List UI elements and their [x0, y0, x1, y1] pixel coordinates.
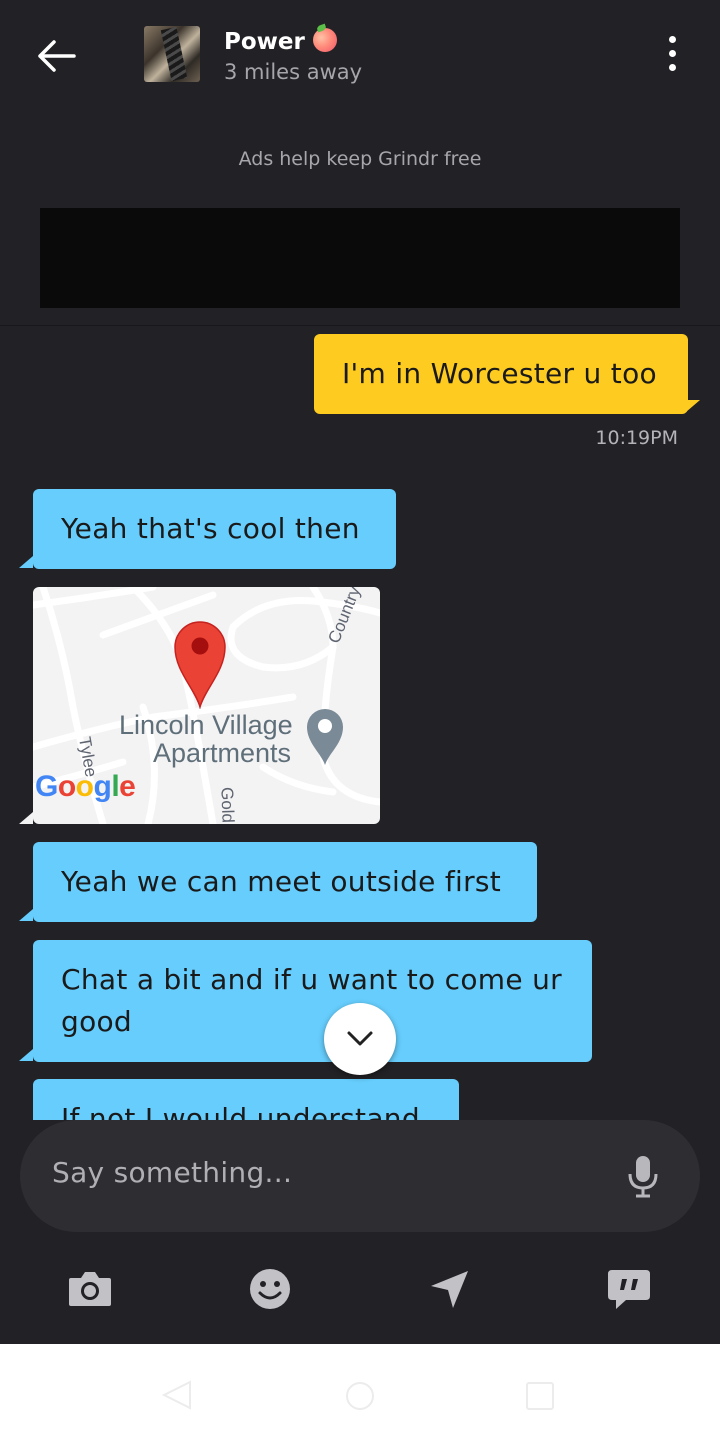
- system-navigation-bar: [0, 1344, 720, 1440]
- message-input-placeholder: Say something...: [52, 1156, 293, 1189]
- chevron-down-icon: [347, 1031, 373, 1046]
- google-logo: Google: [35, 770, 136, 803]
- quote-bubble-icon: [608, 1270, 650, 1309]
- map-street-label: Gold: [217, 786, 238, 824]
- nav-recents-button[interactable]: [524, 1380, 556, 1416]
- bubble-tail: [19, 1049, 33, 1061]
- microphone-icon: [628, 1156, 658, 1198]
- incoming-message[interactable]: Yeah that's cool then: [33, 489, 396, 569]
- place-marker-icon: [307, 709, 343, 765]
- voice-message-button[interactable]: [626, 1154, 660, 1198]
- nav-home-button[interactable]: [344, 1380, 376, 1416]
- chat-toolbar: [0, 1232, 720, 1344]
- ad-caption: Ads help keep Grindr free: [238, 148, 482, 170]
- kebab-dot: [668, 50, 676, 57]
- nav-back-button[interactable]: [160, 1380, 194, 1414]
- profile-avatar[interactable]: [144, 26, 200, 82]
- emoji-icon: [250, 1269, 290, 1309]
- message-timestamp: 10:19PM: [595, 427, 678, 449]
- ad-banner[interactable]: [40, 208, 680, 308]
- location-arrow-icon: [431, 1271, 468, 1308]
- nav-home-icon: [346, 1382, 374, 1410]
- arrow-left-icon: [38, 40, 76, 72]
- scroll-to-bottom-button[interactable]: [324, 1003, 396, 1075]
- bubble-tail: [686, 400, 700, 412]
- bubble-tail: [19, 556, 33, 568]
- message-input[interactable]: Say something...: [20, 1120, 700, 1232]
- location-map-message[interactable]: Lincoln Village Apartments Country Tylee…: [33, 587, 380, 824]
- kebab-dot: [668, 64, 676, 71]
- more-options-button[interactable]: [660, 36, 684, 80]
- bubble-tail: [19, 909, 33, 921]
- chat-header: Power 3 miles away: [0, 0, 720, 108]
- map-pin-icon: [174, 621, 226, 709]
- map-place-label: Apartments: [153, 738, 292, 768]
- saved-phrases-button[interactable]: [606, 1268, 652, 1310]
- profile-distance: 3 miles away: [224, 60, 363, 84]
- emoji-button[interactable]: [247, 1266, 293, 1309]
- outgoing-message[interactable]: I'm in Worcester u too: [314, 334, 688, 414]
- nav-back-icon: [161, 1380, 191, 1410]
- bubble-tail: [19, 812, 33, 824]
- profile-name[interactable]: Power: [224, 28, 337, 55]
- ad-container: Ads help keep Grindr free: [0, 108, 720, 326]
- incoming-message[interactable]: If not I would understand: [33, 1079, 459, 1120]
- kebab-dot: [668, 36, 676, 43]
- peach-emoji-icon: [312, 28, 337, 52]
- camera-button[interactable]: [67, 1268, 113, 1310]
- map-place-label: Lincoln Village: [119, 710, 293, 740]
- incoming-message[interactable]: Chat a bit and if u want to come ur good: [33, 940, 592, 1062]
- camera-icon: [69, 1272, 111, 1306]
- message-list[interactable]: I'm in Worcester u too 10:19PM Yeah that…: [0, 327, 720, 1120]
- back-button[interactable]: [30, 32, 82, 80]
- incoming-message[interactable]: Yeah we can meet outside first: [33, 842, 537, 922]
- nav-recents-icon: [526, 1382, 554, 1410]
- share-location-button[interactable]: [428, 1268, 474, 1310]
